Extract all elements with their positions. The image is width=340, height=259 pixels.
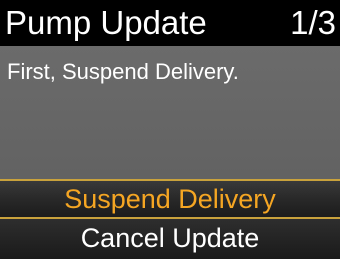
page-title: Pump Update (5, 4, 207, 41)
cancel-update-label: Cancel Update (80, 223, 260, 253)
suspend-delivery-button[interactable]: Suspend Delivery (0, 179, 340, 219)
cancel-update-button[interactable]: Cancel Update (0, 219, 340, 259)
header-bar: Pump Update 1/3 (0, 0, 340, 46)
suspend-delivery-label: Suspend Delivery (64, 184, 276, 214)
page-indicator: 1/3 (290, 4, 336, 41)
instruction-message: First, Suspend Delivery. (7, 59, 239, 84)
pump-screen: Pump Update 1/3 First, Suspend Delivery.… (0, 0, 340, 259)
message-panel: First, Suspend Delivery. (0, 46, 340, 179)
